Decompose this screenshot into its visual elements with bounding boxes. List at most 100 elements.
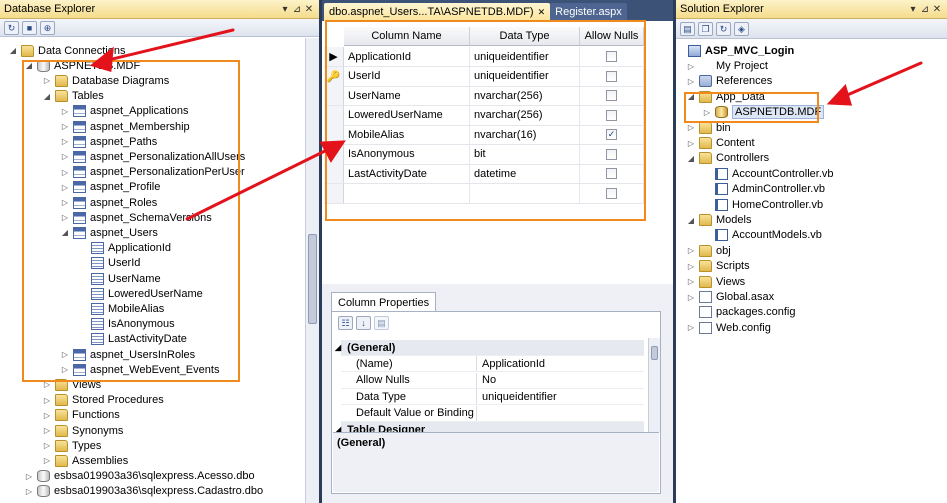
expander-icon[interactable]: ▷ <box>24 472 34 481</box>
expander-icon[interactable]: ▷ <box>686 77 696 86</box>
row-selector[interactable] <box>324 105 344 126</box>
expander-icon[interactable]: ▷ <box>42 441 52 450</box>
property-row[interactable]: Default Value or Binding <box>341 405 644 422</box>
expander-icon[interactable]: ▷ <box>60 168 70 177</box>
tree-node-table-aspnet-profile[interactable]: ▷ aspnet_Profile <box>60 180 160 195</box>
dropdown-icon[interactable]: ▾ <box>907 4 919 15</box>
allow-nulls-checkbox[interactable]: ✓ <box>606 129 617 140</box>
collapse-icon[interactable]: ◢ <box>335 343 341 352</box>
data-type-cell[interactable] <box>470 183 580 204</box>
expander-icon[interactable]: ◢ <box>24 61 34 70</box>
column-name-cell[interactable]: IsAnonymous <box>344 144 470 165</box>
expander-icon[interactable]: ▷ <box>42 456 52 465</box>
tree-node-folder-stored-procedures[interactable]: ▷ Stored Procedures <box>42 393 164 408</box>
tree-node-table-aspnet-schemaversions[interactable]: ▷ aspnet_SchemaVersions <box>60 210 212 225</box>
refresh-icon[interactable]: ↻ <box>4 20 19 35</box>
solution-node-accountcontroller-vb[interactable]: AccountController.vb <box>702 166 834 181</box>
header-data-type[interactable]: Data Type <box>470 27 580 45</box>
allow-nulls-checkbox[interactable] <box>606 109 617 121</box>
data-type-cell[interactable]: nvarchar(256) <box>470 105 580 126</box>
allow-nulls-checkbox[interactable] <box>606 168 617 179</box>
column-properties-tab[interactable]: Column Properties <box>331 292 437 312</box>
tree-node-table-aspnet-usersinroles[interactable]: ▷ aspnet_UsersInRoles <box>60 347 195 362</box>
expander-icon[interactable]: ▷ <box>686 293 696 302</box>
expander-icon[interactable]: ▷ <box>60 122 70 131</box>
close-tab-icon[interactable]: ✕ <box>538 7 546 18</box>
scroll-thumb[interactable] <box>651 346 658 360</box>
tree-node-connection-3[interactable]: ▷ esbsa019903a36\sqlexpress.Cadastro.dbo <box>24 484 263 499</box>
solution-node-homecontroller-vb[interactable]: HomeController.vb <box>702 197 823 212</box>
column-name-cell[interactable] <box>344 183 470 204</box>
row-selector[interactable] <box>324 125 344 145</box>
solution-node-references[interactable]: ▷ References <box>686 74 772 89</box>
allow-nulls-checkbox[interactable] <box>606 70 617 82</box>
tree-node-column-username[interactable]: UserName <box>78 271 161 286</box>
expander-icon[interactable]: ◢ <box>686 154 696 163</box>
expander-icon[interactable]: ▷ <box>60 183 70 192</box>
property-pages-icon[interactable]: ▤ <box>374 316 389 330</box>
row-selector[interactable]: ▶ <box>324 47 344 67</box>
solution-explorer-title-bar[interactable]: Solution Explorer ▾ ⊿ ✕ <box>676 0 947 19</box>
solution-node-controllers[interactable]: ◢ Controllers <box>686 151 769 166</box>
data-type-cell[interactable]: nvarchar(16) <box>470 125 580 145</box>
solution-node-models[interactable]: ◢ Models <box>686 213 751 228</box>
expander-icon[interactable]: ▷ <box>60 350 70 359</box>
row-selector[interactable] <box>324 144 344 165</box>
solution-node-global-asax[interactable]: ▷ Global.asax <box>686 290 774 305</box>
expander-icon[interactable]: ◢ <box>60 228 70 237</box>
column-row[interactable]: 🔑 UserId uniqueidentifier <box>324 66 644 87</box>
column-row[interactable]: LastActivityDate datetime <box>324 164 644 184</box>
expander-icon[interactable]: ▷ <box>60 198 70 207</box>
expander-icon[interactable]: ▷ <box>42 380 52 389</box>
tree-node-table-aspnet-webevent-events[interactable]: ▷ aspnet_WebEvent_Events <box>60 362 219 377</box>
solution-node-aspnetdb-mdf[interactable]: ▷ ASPNETDB.MDF <box>702 105 825 120</box>
categorized-icon[interactable]: ☷ <box>338 316 353 330</box>
property-grid-scrollbar[interactable] <box>648 338 660 432</box>
column-row[interactable] <box>324 183 644 204</box>
allow-nulls-checkbox[interactable] <box>606 187 617 199</box>
database-explorer-scrollbar[interactable] <box>305 38 319 503</box>
close-icon[interactable]: ✕ <box>931 4 943 15</box>
solution-node-accountmodels-vb[interactable]: AccountModels.vb <box>702 228 822 243</box>
tree-node-data-connections[interactable]: ◢ Data Connections <box>8 43 125 58</box>
tree-node-folder-views[interactable]: ▷ Views <box>42 377 101 392</box>
tree-node-column-applicationid[interactable]: ApplicationId <box>78 241 171 256</box>
column-row[interactable]: ▶ ApplicationId uniqueidentifier <box>324 47 644 67</box>
expander-icon[interactable]: ▷ <box>60 365 70 374</box>
dropdown-icon[interactable]: ▾ <box>279 4 291 15</box>
tree-node-table-aspnet-paths[interactable]: ▷ aspnet_Paths <box>60 134 157 149</box>
expander-icon[interactable]: ▷ <box>60 137 70 146</box>
show-all-files-icon[interactable]: ❐ <box>698 21 713 36</box>
class-diagram-icon[interactable]: ◈ <box>734 21 749 36</box>
row-selector[interactable] <box>324 183 344 204</box>
pin-icon[interactable]: ⊿ <box>291 4 303 15</box>
property-value[interactable]: No <box>477 374 496 386</box>
column-name-cell[interactable]: ApplicationId <box>344 47 470 67</box>
expander-icon[interactable]: ◢ <box>8 46 18 55</box>
tree-node-table-aspnet-roles[interactable]: ▷ aspnet_Roles <box>60 195 157 210</box>
tab-register-aspx[interactable]: Register.aspx <box>550 3 627 21</box>
expander-icon[interactable]: ▷ <box>702 108 712 117</box>
refresh-icon[interactable]: ↻ <box>716 21 731 36</box>
expander-icon[interactable]: ▷ <box>686 323 696 332</box>
data-type-cell[interactable]: uniqueidentifier <box>470 66 580 87</box>
property-value[interactable]: uniqueidentifier <box>477 391 557 403</box>
property-value[interactable]: ApplicationId <box>477 358 545 370</box>
expander-icon[interactable]: ▷ <box>42 426 52 435</box>
sort-alphabetical-icon[interactable]: ↓ <box>356 316 371 330</box>
tree-node-connection-2[interactable]: ▷ esbsa019903a36\sqlexpress.Acesso.dbo <box>24 469 255 484</box>
allow-nulls-checkbox[interactable] <box>606 51 617 62</box>
tree-node-column-mobilealias[interactable]: MobileAlias <box>78 301 164 316</box>
expander-icon[interactable]: ▷ <box>686 123 696 132</box>
tree-node-folder-synonyms[interactable]: ▷ Synonyms <box>42 423 123 438</box>
property-row[interactable]: (Name) ApplicationId <box>341 356 644 373</box>
column-row[interactable]: UserName nvarchar(256) <box>324 86 644 106</box>
stop-icon[interactable]: ■ <box>22 20 37 35</box>
solution-node-my-project[interactable]: ▷ My Project <box>686 59 768 74</box>
property-category[interactable]: ◢ (General) <box>335 340 644 356</box>
connect-database-icon[interactable]: ⊕ <box>40 20 55 35</box>
database-explorer-title-bar[interactable]: Database Explorer ▾ ⊿ ✕ <box>0 0 319 19</box>
properties-icon[interactable]: ▤ <box>680 21 695 36</box>
column-row[interactable]: LoweredUserName nvarchar(256) <box>324 105 644 126</box>
tree-node-table-aspnet-users[interactable]: ◢ aspnet_Users <box>60 225 158 240</box>
